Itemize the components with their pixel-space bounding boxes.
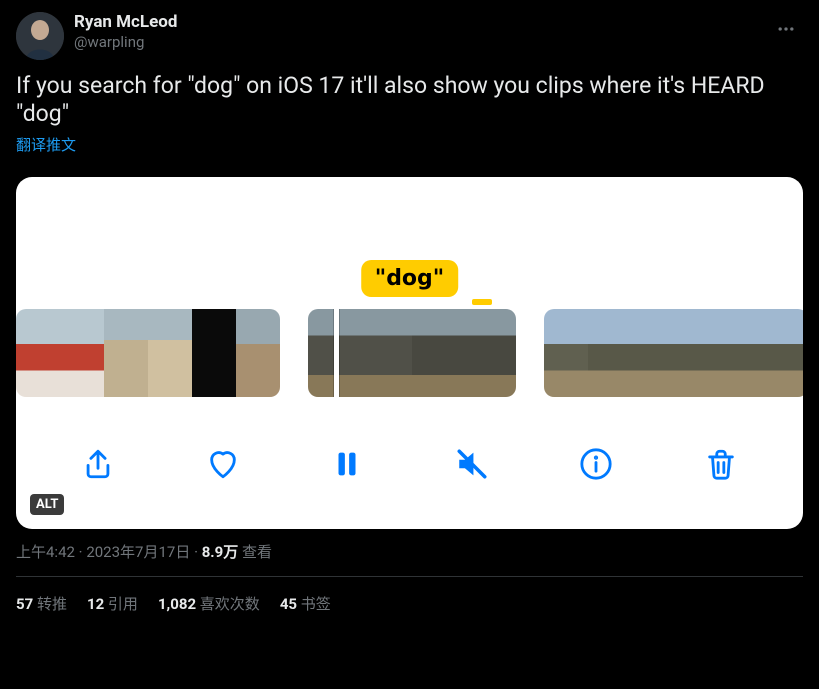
clip-group[interactable] (16, 309, 280, 397)
tweet-container: Ryan McLeod @warpling If you search for … (0, 0, 819, 628)
author-names: Ryan McLeod @warpling (74, 12, 759, 52)
tweet-meta: 上午4:42 · 2023年7月17日 · 8.9万 查看 (16, 541, 803, 577)
handle[interactable]: @warpling (74, 32, 759, 52)
playhead[interactable] (334, 309, 339, 397)
bookmarks-label: 书签 (301, 595, 331, 613)
tweet-header: Ryan McLeod @warpling (16, 12, 803, 60)
info-icon[interactable] (572, 440, 620, 488)
alt-badge[interactable]: ALT (30, 494, 64, 515)
media-toolbar (16, 399, 803, 529)
mute-icon[interactable] (448, 440, 496, 488)
trash-icon[interactable] (697, 440, 745, 488)
media-card[interactable]: "dog" (16, 177, 803, 529)
more-button[interactable] (769, 12, 803, 46)
video-timeline[interactable] (16, 307, 803, 399)
pause-icon[interactable] (323, 440, 371, 488)
thumbnail (104, 309, 148, 397)
tweet-time[interactable]: 上午4:42 (16, 543, 75, 561)
quotes-count: 12 (87, 595, 104, 613)
thumbnail (16, 309, 60, 397)
thumbnail (544, 309, 588, 397)
retweets-count: 57 (16, 595, 33, 613)
views-label[interactable]: 查看 (242, 543, 272, 561)
retweets-stat[interactable]: 57 转推 (16, 593, 67, 614)
share-icon[interactable] (74, 440, 122, 488)
thumbnail (236, 309, 280, 397)
thumbnail (720, 309, 764, 397)
thumbnail (412, 309, 464, 397)
quotes-label: 引用 (108, 595, 138, 613)
tweet-stats: 57 转推 12 引用 1,082 喜欢次数 45 书签 (16, 577, 803, 628)
bookmarks-stat[interactable]: 45 书签 (280, 593, 331, 614)
thumbnail (148, 309, 192, 397)
retweets-label: 转推 (37, 595, 67, 613)
thumbnail (192, 309, 236, 397)
thumbnail (60, 309, 104, 397)
views-count[interactable]: 8.9万 (202, 543, 239, 561)
thumbnail (764, 309, 803, 397)
tooltip-marker (472, 299, 492, 305)
thumbnail (464, 309, 516, 397)
tweet-date[interactable]: 2023年7月17日 (86, 543, 190, 561)
bookmarks-count: 45 (280, 595, 297, 613)
search-tooltip: "dog" (361, 260, 459, 297)
tweet-text: If you search for "dog" on iOS 17 it'll … (16, 72, 803, 128)
thumbnail (676, 309, 720, 397)
likes-stat[interactable]: 1,082 喜欢次数 (158, 593, 260, 614)
avatar[interactable] (16, 12, 64, 60)
thumbnail (360, 309, 412, 397)
display-name[interactable]: Ryan McLeod (74, 12, 759, 32)
media-inner: "dog" (16, 177, 803, 529)
translate-link[interactable]: 翻译推文 (16, 134, 76, 155)
likes-label: 喜欢次数 (200, 595, 260, 613)
quotes-stat[interactable]: 12 引用 (87, 593, 138, 614)
tooltip-area: "dog" (16, 177, 803, 307)
thumbnail (588, 309, 632, 397)
heart-icon[interactable] (199, 440, 247, 488)
clip-group-active[interactable] (308, 309, 516, 397)
likes-count: 1,082 (158, 595, 196, 613)
thumbnail (632, 309, 676, 397)
clip-group[interactable] (544, 309, 803, 397)
